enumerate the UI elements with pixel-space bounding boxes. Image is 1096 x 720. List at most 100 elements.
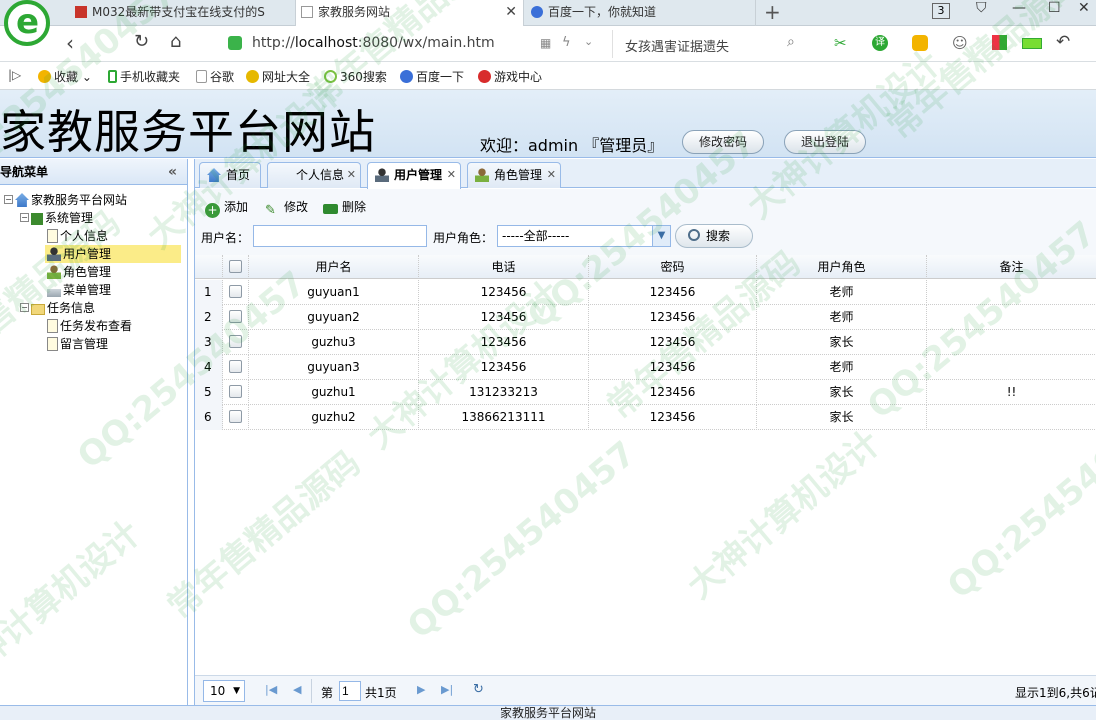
- emoji-icon[interactable]: ☺: [952, 34, 968, 52]
- tab-profile[interactable]: 个人信息 ✕: [267, 162, 361, 188]
- refresh-icon[interactable]: ↻: [473, 682, 484, 697]
- close-tab-icon[interactable]: ✕: [547, 163, 556, 187]
- minimize-icon[interactable]: —: [1012, 0, 1026, 16]
- add-button[interactable]: + 添加: [205, 199, 248, 218]
- tree-node-root[interactable]: 家教服务平台网站: [15, 191, 127, 209]
- browser-tab-2[interactable]: 家教服务网站 ✕: [296, 0, 524, 27]
- sidebar-item-roles[interactable]: 角色管理: [47, 263, 111, 281]
- tab-home[interactable]: 首页: [199, 162, 261, 188]
- search-icon[interactable]: ⌕: [787, 34, 795, 50]
- undo-icon[interactable]: ↶: [1056, 32, 1070, 52]
- document-icon: [47, 337, 58, 351]
- row-select-cell[interactable]: [223, 380, 249, 405]
- bookmark-favorites[interactable]: 收藏 ⌄: [38, 68, 92, 85]
- tree-toggle-icon[interactable]: −: [20, 213, 29, 222]
- search-button[interactable]: 搜索: [675, 224, 753, 248]
- collapse-icon[interactable]: «: [168, 159, 177, 185]
- maximize-icon[interactable]: ☐: [1048, 0, 1061, 16]
- sidebar-item-profile[interactable]: 个人信息: [47, 227, 108, 245]
- column-header[interactable]: 用户角色: [757, 255, 927, 279]
- qr-icon[interactable]: ▦: [540, 36, 551, 50]
- url-input[interactable]: http://localhost:8080/wx/main.htm ▦ ϟ ⌄: [222, 30, 610, 58]
- browser-tab-1[interactable]: M032最新带支付宝在线支付的S: [70, 0, 296, 26]
- row-checkbox[interactable]: [229, 285, 242, 298]
- row-checkbox[interactable]: [229, 335, 242, 348]
- table-row[interactable]: 1 guyuan1 123456 123456 老师: [195, 280, 1096, 305]
- chevron-down-icon[interactable]: ⌄: [584, 35, 593, 48]
- first-page-icon[interactable]: |◀: [265, 683, 277, 696]
- column-header[interactable]: 用户名: [249, 255, 419, 279]
- row-select-cell[interactable]: [223, 280, 249, 305]
- delete-button[interactable]: 删除: [323, 199, 366, 215]
- username-input[interactable]: [253, 225, 427, 247]
- row-select-cell[interactable]: [223, 330, 249, 355]
- table-row[interactable]: 3 guzhu3 123456 123456 家长: [195, 330, 1096, 355]
- tree-node-tasks[interactable]: 任务信息: [31, 299, 95, 317]
- column-header[interactable]: 电话: [419, 255, 589, 279]
- column-header[interactable]: 密码: [589, 255, 757, 279]
- apps-icon[interactable]: [992, 35, 1007, 50]
- tab-count-badge[interactable]: 3: [932, 3, 950, 19]
- bookmark-baidu[interactable]: 百度一下: [400, 68, 464, 85]
- tree-toggle-icon[interactable]: −: [4, 195, 13, 204]
- browser-tab-3[interactable]: 百度一下，你就知道: [526, 0, 756, 26]
- row-checkbox[interactable]: [229, 310, 242, 323]
- tree-toggle-icon[interactable]: −: [20, 303, 29, 312]
- table-row[interactable]: 6 guzhu2 13866213111 123456 家长: [195, 405, 1096, 430]
- select-all-header[interactable]: [223, 255, 249, 279]
- chevron-down-icon[interactable]: ▼: [652, 226, 670, 246]
- home-icon[interactable]: ⌂: [170, 31, 181, 52]
- bookmark-sites[interactable]: 网址大全: [246, 68, 310, 85]
- change-password-button[interactable]: 修改密码: [682, 130, 764, 154]
- row-checkbox[interactable]: [229, 410, 242, 423]
- translate-icon[interactable]: 译: [872, 35, 888, 51]
- column-header[interactable]: 备注: [927, 255, 1096, 279]
- sidebar-item-users[interactable]: 用户管理: [45, 245, 181, 263]
- row-select-cell[interactable]: [223, 355, 249, 380]
- row-select-cell[interactable]: [223, 405, 249, 430]
- edit-button[interactable]: ✎ 修改: [265, 199, 308, 218]
- sidebar-item-task-publish[interactable]: 任务发布查看: [47, 317, 132, 335]
- refresh-icon[interactable]: ↻: [134, 31, 149, 52]
- wallet-icon[interactable]: [912, 35, 928, 51]
- close-tab-icon[interactable]: ✕: [447, 163, 456, 187]
- row-checkbox[interactable]: [229, 360, 242, 373]
- lightning-icon[interactable]: ϟ: [562, 35, 571, 50]
- row-select-cell[interactable]: [223, 305, 249, 330]
- back-icon[interactable]: ‹: [66, 31, 74, 55]
- tree-node-system[interactable]: 系统管理: [31, 209, 93, 227]
- close-tab-icon[interactable]: ✕: [347, 163, 356, 187]
- table-row[interactable]: 2 guyuan2 123456 123456 老师: [195, 305, 1096, 330]
- close-window-icon[interactable]: ✕: [1078, 0, 1090, 16]
- battery-icon[interactable]: [1022, 38, 1042, 49]
- table-row[interactable]: 5 guzhu1 131233213 123456 家长!!: [195, 380, 1096, 405]
- bookmark-360[interactable]: 360搜索: [324, 68, 387, 85]
- next-page-icon[interactable]: ▶: [417, 683, 425, 696]
- bookmark-mobile[interactable]: 手机收藏夹: [108, 68, 180, 85]
- bookmark-google[interactable]: 谷歌: [196, 68, 234, 85]
- browser-logo-icon[interactable]: e: [4, 0, 50, 46]
- last-page-icon[interactable]: ▶|: [441, 683, 453, 696]
- cell-phone: 123456: [419, 280, 589, 305]
- select-all-checkbox[interactable]: [229, 260, 242, 273]
- row-checkbox[interactable]: [229, 385, 242, 398]
- page-number-input[interactable]: [339, 681, 361, 701]
- tab-user-management[interactable]: 用户管理 ✕: [367, 162, 461, 189]
- page-size-select[interactable]: 10 ▼: [203, 680, 245, 702]
- search-input[interactable]: 女孩遇害证据遗失 ⌕: [612, 30, 808, 58]
- table-row[interactable]: 4 guyuan3 123456 123456 老师: [195, 355, 1096, 380]
- close-tab-icon[interactable]: ✕: [505, 0, 517, 24]
- bookmark-games[interactable]: 游戏中心: [478, 68, 542, 85]
- sidebar-item-messages[interactable]: 留言管理: [47, 335, 108, 353]
- role-select[interactable]: -----全部----- ▼: [497, 225, 671, 247]
- sidebar-item-menus[interactable]: 菜单管理: [47, 281, 111, 299]
- logout-button[interactable]: 退出登陆: [784, 130, 866, 154]
- new-tab-button[interactable]: +: [764, 0, 781, 24]
- scissors-icon[interactable]: ✂: [834, 34, 847, 52]
- shirt-icon[interactable]: ⛉: [976, 0, 987, 16]
- folder-open-icon: [31, 304, 45, 315]
- prev-page-icon[interactable]: ◀: [293, 683, 301, 696]
- cell-phone: 123456: [419, 330, 589, 355]
- sidebar-toggle-icon[interactable]: |▷: [8, 68, 21, 82]
- tab-role-management[interactable]: 角色管理 ✕: [467, 162, 561, 188]
